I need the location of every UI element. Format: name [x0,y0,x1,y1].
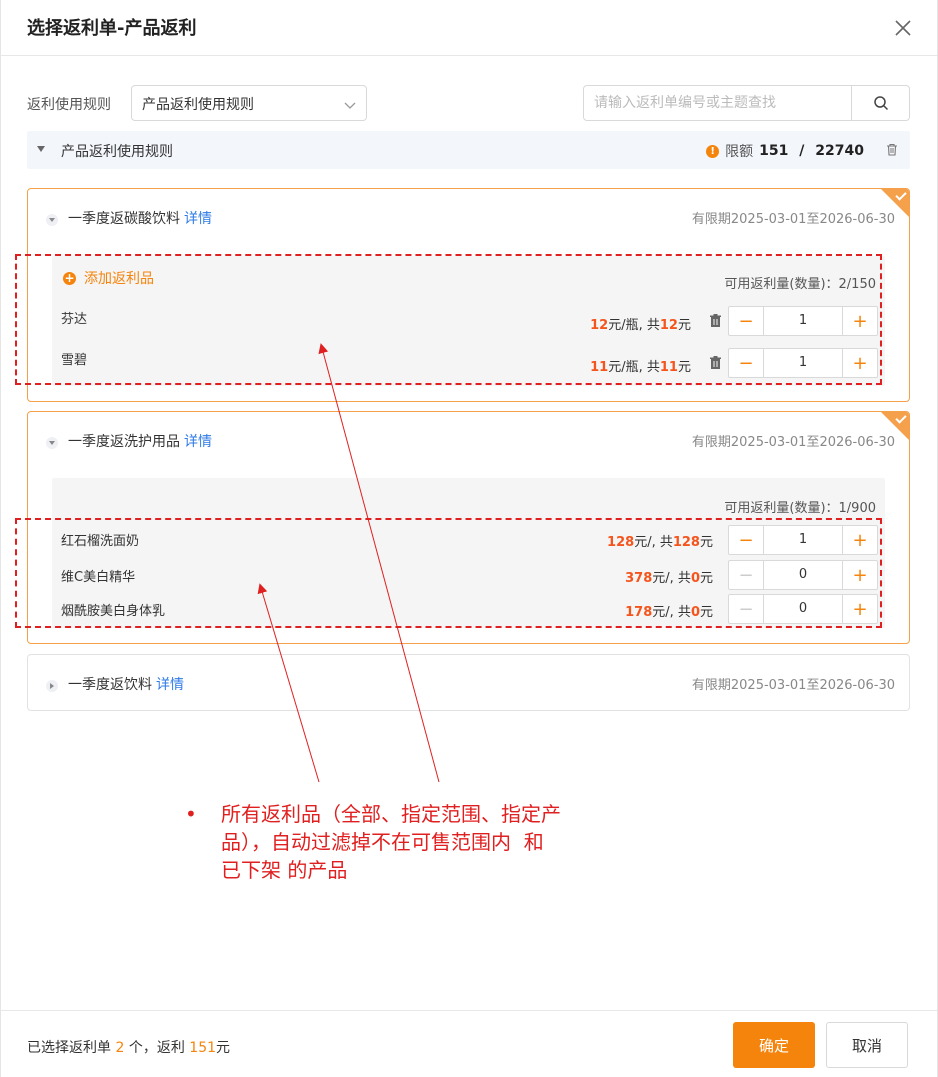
selection-summary: 已选择返利单 2 个，返利 151元 [27,1040,231,1056]
card-title-text: 一季度返洗护用品 [68,434,180,450]
product-price: 178元/, 共0元 [625,605,713,620]
card-date: 有限期2025-03-01至2026-06-30 [691,435,895,450]
increment-button[interactable]: + [843,595,877,623]
product-price: 12元/瓶, 共12元 [590,318,691,333]
card-title-text: 一季度返饮料 [68,677,152,693]
search-input[interactable] [584,86,852,120]
caret-down-icon[interactable] [46,214,58,226]
increment-button[interactable]: + [843,307,877,335]
product-name: 红石榴洗面奶 [61,534,140,549]
decrement-button[interactable]: − [729,349,763,377]
product-name: 芬达 [61,312,88,327]
card-title-text: 一季度返碳酸饮料 [68,211,180,227]
quantity-value[interactable]: 1 [763,307,843,335]
rule-filter-label: 返利使用规则 [27,97,111,113]
rule-bar: 产品返利使用规则 ! 限额 151 / 22740 [27,131,910,169]
plus-circle-icon: + [63,270,76,285]
quota-label: 限额 [725,144,754,160]
rebate-card-3[interactable]: 一季度返饮料 详情 有限期2025-03-01至2026-06-30 [27,654,910,711]
quantity-stepper: − 1 + [728,348,878,378]
decrement-button[interactable]: − [729,561,763,589]
rule-select-value: 产品返利使用规则 [142,97,254,113]
add-rebate-product-button[interactable]: + 添加返利品 [63,268,154,288]
add-label: 添加返利品 [84,271,154,287]
quantity-value[interactable]: 0 [763,595,843,623]
card-date: 有限期2025-03-01至2026-06-30 [691,212,895,227]
modal-footer: 已选择返利单 2 个，返利 151元 确定 取消 [1,1010,937,1077]
product-name: 烟酰胺美白身体乳 [61,604,166,619]
chevron-down-icon [344,98,356,114]
available-quantity: 可用返利量(数量)：2/150 [724,277,876,292]
rebate-card-2[interactable]: 一季度返洗护用品 详情 有限期2025-03-01至2026-06-30 可用返利… [27,411,910,644]
search-button[interactable] [851,86,909,120]
modal-header: 选择返利单-产品返利 [1,0,937,56]
annotation-line: 品），自动过滤掉不在可售范围内 和 [221,830,544,854]
detail-link[interactable]: 详情 [156,677,184,693]
card-title: 一季度返饮料 详情 [68,674,184,694]
quota-sep: / [794,143,810,159]
product-name: 维C美白精华 [61,570,136,585]
caret-down-icon[interactable] [37,146,45,152]
product-panel: 可用返利量(数量)：1/900 红石榴洗面奶 128元/, 共128元 − 1 … [52,478,885,628]
annotation-note: • 所有返利品（全部、指定范围、指定产 品），自动过滤掉不在可售范围内 和 已下… [185,800,635,884]
card-title: 一季度返洗护用品 详情 [68,431,212,451]
quantity-value[interactable]: 1 [763,349,843,377]
available-quantity: 可用返利量(数量)：1/900 [724,501,876,516]
decrement-button[interactable]: − [729,526,763,554]
product-price: 378元/, 共0元 [625,571,713,586]
cancel-button[interactable]: 取消 [826,1022,908,1068]
annotation-line: 所有返利品（全部、指定范围、指定产 [221,802,561,826]
product-price: 11元/瓶, 共11元 [590,360,691,375]
confirm-button[interactable]: 确定 [733,1022,815,1068]
rebate-select-modal: 选择返利单-产品返利 返利使用规则 产品返利使用规则 产品返利使用规则 ! 限额… [0,0,938,1077]
decrement-button[interactable]: − [729,595,763,623]
decrement-button[interactable]: − [729,307,763,335]
modal-title: 选择返利单-产品返利 [27,18,197,39]
close-icon[interactable] [891,16,915,40]
annotation-bullet: • [185,802,197,826]
trash-icon[interactable] [709,356,722,374]
rebate-card-1[interactable]: 一季度返碳酸饮料 详情 有限期2025-03-01至2026-06-30 + 添加… [27,188,910,402]
product-panel: + 添加返利品 可用返利量(数量)：2/150 芬达 12元/瓶, 共12元 −… [52,256,885,386]
detail-link[interactable]: 详情 [184,434,212,450]
quantity-stepper: − 0 + [728,594,878,624]
search-box [583,85,910,121]
quantity-stepper: − 1 + [728,306,878,336]
detail-link[interactable]: 详情 [184,211,212,227]
product-price: 128元/, 共128元 [607,535,713,550]
product-name: 雪碧 [61,353,88,368]
quota-used: 151 [759,143,789,159]
increment-button[interactable]: + [843,349,877,377]
quota-info: ! 限额 151 / 22740 [706,141,864,161]
quantity-value[interactable]: 0 [763,561,843,589]
rule-select[interactable]: 产品返利使用规则 [131,85,367,121]
trash-icon[interactable] [709,314,722,332]
increment-button[interactable]: + [843,526,877,554]
warning-icon: ! [706,144,720,158]
card-date: 有限期2025-03-01至2026-06-30 [691,678,895,693]
card-title: 一季度返碳酸饮料 详情 [68,208,212,228]
caret-down-icon[interactable] [46,437,58,449]
caret-right-icon[interactable] [46,680,58,692]
quantity-stepper: − 0 + [728,560,878,590]
quota-total: 22740 [815,143,864,159]
rule-title: 产品返利使用规则 [61,144,173,160]
increment-button[interactable]: + [843,561,877,589]
search-icon [873,96,888,111]
quantity-stepper: − 1 + [728,525,878,555]
quantity-value[interactable]: 1 [763,526,843,554]
trash-icon[interactable] [886,143,898,160]
annotation-line: 已下架 的产品 [221,858,348,882]
